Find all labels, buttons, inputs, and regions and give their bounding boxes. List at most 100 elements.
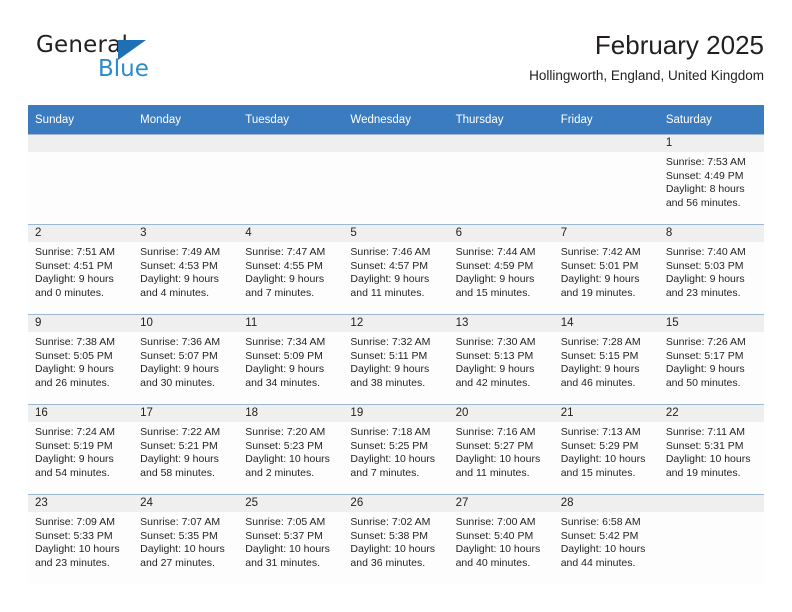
day-details: Sunrise: 7:46 AM Sunset: 4:57 PM Daylight:… [343, 242, 448, 300]
sunset-text: Sunset: 5:05 PM [35, 349, 113, 362]
day-details: Sunrise: 7:32 AM Sunset: 5:11 PM Daylight:… [343, 332, 448, 390]
daylight-text-line2: and 34 minutes. [245, 376, 320, 389]
daylight-text-line2: and 23 minutes. [35, 556, 110, 569]
sunset-text: Sunset: 5:19 PM [35, 439, 113, 452]
sunrise-text: Sunrise: 7:11 AM [665, 426, 746, 438]
day-details: Sunrise: 7:11 AM Sunset: 5:31 PM Daylight:… [659, 422, 764, 480]
calendar-day-cell[interactable]: 4 Sunrise: 7:47 AM Sunset: 4:55 PM Daylight… [238, 224, 344, 315]
calendar-day-cell[interactable]: 21 Sunrise: 7:13 AM Sunset: 5:29 PM Dayligh… [553, 404, 659, 495]
sunrise-text: Sunrise: 7:32 AM [350, 336, 431, 348]
day-number: 28 [553, 495, 659, 512]
calendar-week-row: 16 Sunrise: 7:24 AM Sunset: 5:19 PM Dayligh… [28, 404, 764, 495]
sunset-text: Sunset: 4:59 PM [455, 259, 534, 272]
day-details: Sunrise: 7:30 AM Sunset: 5:13 PM Daylight:… [449, 332, 554, 390]
sunset-text: Sunset: 5:42 PM [560, 529, 639, 542]
daylight-text-line1: Daylight: 9 hours [140, 273, 219, 286]
day-number: 25 [238, 495, 344, 512]
calendar-day-cell[interactable]: 14 Sunrise: 7:28 AM Sunset: 5:15 PM Dayligh… [553, 314, 659, 405]
calendar-day-cell[interactable]: 20 Sunrise: 7:16 AM Sunset: 5:27 PM Dayligh… [448, 404, 554, 495]
calendar-day-cell[interactable]: 18 Sunrise: 7:20 AM Sunset: 5:23 PM Dayligh… [238, 404, 344, 495]
daylight-text-line2: and 40 minutes. [455, 556, 531, 569]
day-details: Sunrise: 7:28 AM Sunset: 5:15 PM Daylight:… [554, 332, 659, 390]
calendar-day-cell-empty [238, 134, 344, 225]
calendar-day-cell[interactable]: 12 Sunrise: 7:32 AM Sunset: 5:11 PM Dayligh… [343, 314, 449, 405]
day-number [448, 135, 554, 152]
daylight-text-line2: and 23 minutes. [665, 286, 741, 299]
sunrise-text: Sunrise: 7:18 AM [350, 426, 431, 438]
calendar-day-cell[interactable]: 16 Sunrise: 7:24 AM Sunset: 5:19 PM Dayligh… [28, 404, 134, 495]
day-number: 12 [343, 315, 449, 332]
calendar-day-cell[interactable]: 13 Sunrise: 7:30 AM Sunset: 5:13 PM Dayligh… [448, 314, 554, 405]
day-number [658, 495, 764, 512]
calendar-day-cell[interactable]: 2 Sunrise: 7:51 AM Sunset: 4:51 PM Daylight… [28, 224, 134, 315]
calendar-day-cell[interactable]: 22 Sunrise: 7:11 AM Sunset: 5:31 PM Dayligh… [658, 404, 764, 495]
day-details: Sunrise: 7:24 AM Sunset: 5:19 PM Daylight:… [28, 422, 133, 480]
calendar-day-cell[interactable]: 17 Sunrise: 7:22 AM Sunset: 5:21 PM Dayligh… [133, 404, 239, 495]
calendar-day-cell-empty [28, 134, 134, 225]
daylight-text-line2: and 26 minutes. [35, 376, 110, 389]
daylight-text-line1: Daylight: 9 hours [455, 273, 535, 286]
daylight-text-line2: and 30 minutes. [140, 376, 215, 389]
daylight-text-line2: and 2 minutes. [245, 466, 315, 479]
calendar-day-cell[interactable]: 8 Sunrise: 7:40 AM Sunset: 5:03 PM Daylight… [658, 224, 764, 315]
calendar-day-cell[interactable]: 25 Sunrise: 7:05 AM Sunset: 5:37 PM Dayligh… [238, 494, 344, 584]
sunrise-text: Sunrise: 7:47 AM [245, 246, 326, 258]
calendar-day-cell[interactable]: 5 Sunrise: 7:46 AM Sunset: 4:57 PM Daylight… [343, 224, 449, 315]
daylight-text-line1: Daylight: 9 hours [665, 273, 745, 286]
sunrise-text: Sunrise: 7:07 AM [140, 516, 221, 528]
daylight-text-line2: and 19 minutes. [665, 466, 741, 479]
day-number: 19 [343, 405, 449, 422]
calendar-day-cell-empty [448, 134, 554, 225]
day-number: 10 [133, 315, 239, 332]
daylight-text-line1: Daylight: 9 hours [560, 273, 640, 286]
sunset-text: Sunset: 4:57 PM [350, 259, 429, 272]
daylight-text-line1: Daylight: 9 hours [245, 363, 325, 376]
sunset-text: Sunset: 5:35 PM [140, 529, 218, 542]
calendar-day-cell[interactable]: 10 Sunrise: 7:36 AM Sunset: 5:07 PM Dayligh… [133, 314, 239, 405]
sunrise-text: Sunrise: 7:26 AM [665, 336, 746, 348]
daylight-text-line1: Daylight: 9 hours [35, 453, 114, 466]
calendar-day-cell[interactable]: 24 Sunrise: 7:07 AM Sunset: 5:35 PM Dayligh… [133, 494, 239, 584]
day-details: Sunrise: 7:02 AM Sunset: 5:38 PM Daylight:… [343, 512, 448, 570]
sunset-text: Sunset: 5:23 PM [245, 439, 323, 452]
day-number: 8 [658, 225, 764, 242]
calendar-day-cell[interactable]: 7 Sunrise: 7:42 AM Sunset: 5:01 PM Daylight… [553, 224, 659, 315]
calendar-day-cell[interactable]: 27 Sunrise: 7:00 AM Sunset: 5:40 PM Dayligh… [448, 494, 554, 584]
calendar-day-cell[interactable]: 23 Sunrise: 7:09 AM Sunset: 5:33 PM Dayligh… [28, 494, 134, 584]
calendar-day-cell[interactable]: 1 Sunrise: 7:53 AM Sunset: 4:49 PM Daylight… [658, 134, 764, 225]
day-details: Sunrise: 7:36 AM Sunset: 5:07 PM Daylight:… [133, 332, 238, 390]
daylight-text-line2: and 58 minutes. [140, 466, 215, 479]
sunrise-text: Sunrise: 7:36 AM [140, 336, 221, 348]
calendar-day-cell[interactable]: 11 Sunrise: 7:34 AM Sunset: 5:09 PM Dayligh… [238, 314, 344, 405]
day-number: 24 [133, 495, 239, 512]
calendar-day-cell[interactable]: 26 Sunrise: 7:02 AM Sunset: 5:38 PM Dayligh… [343, 494, 449, 584]
daylight-text-line2: and 11 minutes. [455, 466, 530, 479]
sunrise-text: Sunrise: 7:13 AM [560, 426, 641, 438]
daylight-text-line2: and 15 minutes. [455, 286, 531, 299]
calendar-day-cell[interactable]: 15 Sunrise: 7:26 AM Sunset: 5:17 PM Dayligh… [658, 314, 764, 405]
day-details: Sunrise: 7:05 AM Sunset: 5:37 PM Daylight:… [238, 512, 343, 570]
sunrise-text: Sunrise: 7:44 AM [455, 246, 536, 258]
daylight-text-line2: and 7 minutes. [350, 466, 420, 479]
sunrise-text: Sunrise: 7:20 AM [245, 426, 326, 438]
calendar-day-cell[interactable]: 19 Sunrise: 7:18 AM Sunset: 5:25 PM Dayligh… [343, 404, 449, 495]
logo-text-general: General [36, 32, 129, 58]
calendar-page: General Blue February 2025 Hollingworth,… [0, 0, 792, 612]
sunrise-text: Sunrise: 7:24 AM [35, 426, 115, 438]
sunrise-text: Sunrise: 7:49 AM [140, 246, 221, 258]
calendar-day-cell[interactable]: 3 Sunrise: 7:49 AM Sunset: 4:53 PM Daylight… [133, 224, 239, 315]
title-block: February 2025 Hollingworth, England, Uni… [529, 28, 764, 86]
day-details: Sunrise: 7:18 AM Sunset: 5:25 PM Daylight:… [343, 422, 448, 480]
day-details: Sunrise: 7:38 AM Sunset: 5:05 PM Daylight:… [28, 332, 133, 390]
day-number: 2 [28, 225, 134, 242]
calendar-day-cell[interactable]: 9 Sunrise: 7:38 AM Sunset: 5:05 PM Daylight… [28, 314, 134, 405]
sunrise-text: Sunrise: 7:38 AM [35, 336, 115, 348]
daylight-text-line2: and 54 minutes. [35, 466, 110, 479]
calendar-day-cell-empty [553, 134, 659, 225]
calendar-day-cell[interactable]: 6 Sunrise: 7:44 AM Sunset: 4:59 PM Daylight… [448, 224, 554, 315]
day-number: 27 [448, 495, 554, 512]
daylight-text-line1: Daylight: 9 hours [140, 363, 219, 376]
day-number: 4 [238, 225, 344, 242]
sunrise-text: Sunrise: 7:05 AM [245, 516, 326, 528]
calendar-day-cell[interactable]: 28 Sunrise: 6:58 AM Sunset: 5:42 PM Dayligh… [553, 494, 659, 584]
